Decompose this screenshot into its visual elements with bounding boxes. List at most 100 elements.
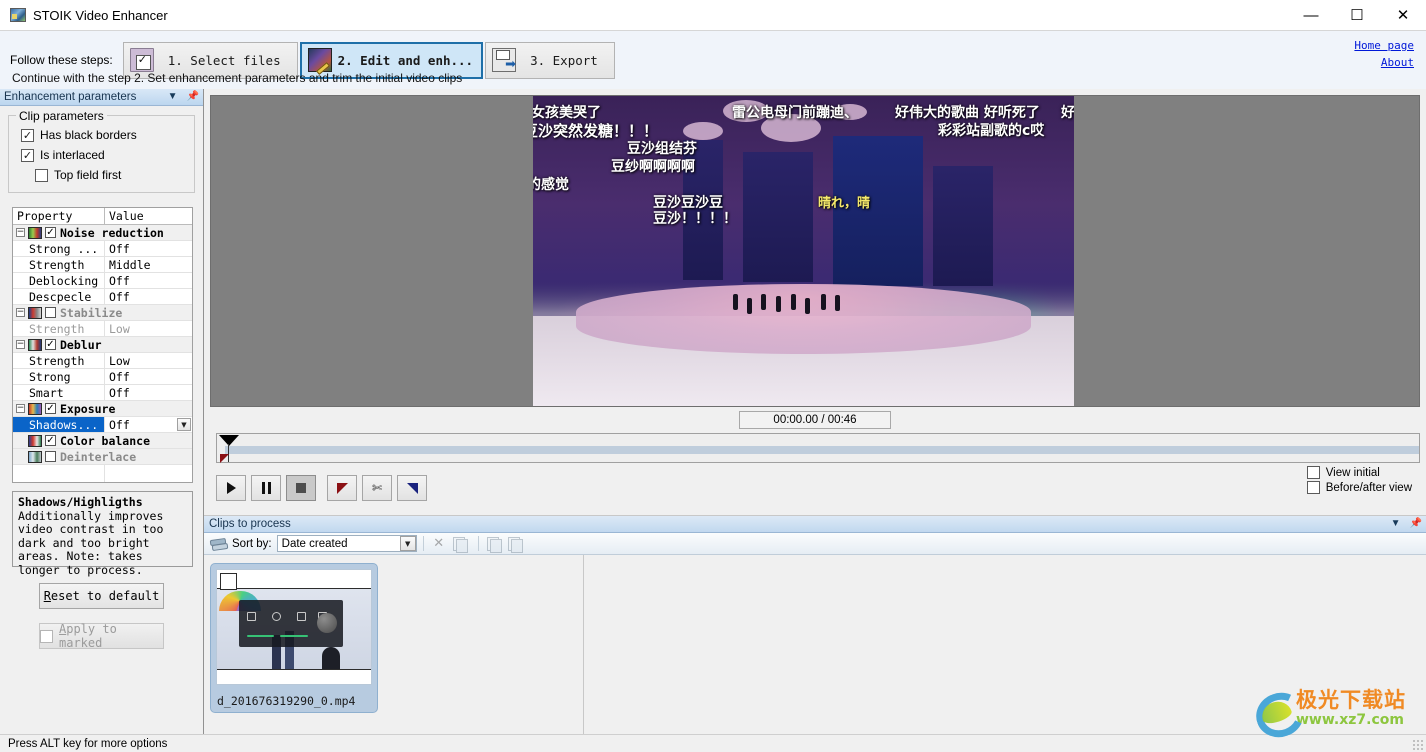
- checkbox-icon[interactable]: [21, 128, 34, 142]
- expander-icon[interactable]: −: [16, 404, 25, 413]
- in-point-marker[interactable]: [220, 454, 229, 463]
- property-value[interactable]: Middle: [105, 257, 192, 272]
- dancer-shape: [733, 294, 738, 310]
- property-name: Descpecle: [29, 289, 92, 304]
- step-label: 3. Export: [530, 52, 598, 68]
- property-row-deblocking[interactable]: Deblocking Off: [13, 273, 192, 289]
- checkbox-has-black-borders[interactable]: Has black borders: [21, 128, 186, 142]
- pause-button[interactable]: [251, 475, 281, 501]
- set-out-point-button[interactable]: [397, 475, 427, 501]
- clip-thumbnail-container: [216, 569, 372, 685]
- duplicate-clip-icon[interactable]: [451, 536, 469, 553]
- home-page-link[interactable]: Home page: [1354, 37, 1414, 54]
- expander-icon[interactable]: −: [16, 228, 25, 237]
- cut-button[interactable]: ✄: [362, 475, 392, 501]
- property-group-deinterlace[interactable]: Deinterlace: [13, 449, 192, 465]
- video-preview-area[interactable]: 女孩美哭了 豆沙突然发糖！！！ 的感觉 豆沙组结芬 豆纱啊啊啊啊 豆沙豆沙豆 豆…: [210, 95, 1420, 407]
- minimize-icon[interactable]: —: [1288, 0, 1334, 30]
- property-group-color-balance[interactable]: Color balance: [13, 433, 192, 449]
- property-row-shadows-highlights[interactable]: Shadows... Off ▼: [13, 417, 192, 433]
- close-icon[interactable]: ✕: [1380, 0, 1426, 30]
- timeline-trim-bar[interactable]: [216, 433, 1420, 463]
- property-row-strong-dots[interactable]: Strong ... Off: [13, 241, 192, 257]
- checkbox-icon[interactable]: [40, 629, 53, 643]
- resize-grip[interactable]: [1412, 739, 1424, 751]
- checkbox-icon[interactable]: [1306, 481, 1320, 494]
- mark-clip-icon[interactable]: [485, 536, 503, 553]
- property-name: Deinterlace: [60, 449, 137, 464]
- pin-icon[interactable]: 📌: [187, 90, 199, 104]
- property-value[interactable]: Off: [105, 369, 192, 384]
- checkbox-icon[interactable]: [45, 339, 56, 350]
- status-bar: Press ALT key for more options: [0, 734, 1426, 752]
- checkbox-before-after-view[interactable]: Before/after view: [1306, 481, 1412, 494]
- property-name: Strong ...: [29, 241, 99, 256]
- checkbox-icon[interactable]: [1306, 466, 1320, 479]
- checkbox-icon[interactable]: [35, 168, 48, 182]
- clip-card[interactable]: d_201676319290_0.mp4: [210, 563, 378, 713]
- property-grid[interactable]: Property Value − Noise reduction Strong …: [12, 207, 193, 483]
- expander-icon[interactable]: −: [16, 308, 25, 317]
- playhead-marker[interactable]: [219, 435, 239, 446]
- about-link[interactable]: About: [1354, 54, 1414, 71]
- panel-icon: [272, 612, 282, 622]
- reset-to-default-button[interactable]: Reset to default: [39, 583, 164, 609]
- property-grid-header: Property Value: [13, 208, 192, 225]
- property-group-stabilize[interactable]: − Stabilize: [13, 305, 192, 321]
- unmark-clip-icon[interactable]: [506, 536, 524, 553]
- dancer-shape: [821, 294, 826, 310]
- description-title: Shadows/Highligths: [18, 495, 143, 509]
- checkbox-icon[interactable]: [45, 435, 56, 446]
- video-frame[interactable]: 女孩美哭了 豆沙突然发糖！！！ 的感觉 豆沙组结芬 豆纱啊啊啊啊 豆沙豆沙豆 豆…: [533, 96, 1074, 406]
- property-value[interactable]: Off: [105, 289, 192, 304]
- apply-to-marked-button[interactable]: Apply to marked: [39, 622, 164, 650]
- expander-icon[interactable]: −: [16, 340, 25, 349]
- timeline-track[interactable]: [225, 446, 1419, 454]
- checkbox-icon[interactable]: [45, 227, 56, 238]
- property-group-exposure[interactable]: − Exposure: [13, 401, 192, 417]
- checkbox-icon[interactable]: [21, 148, 34, 162]
- clips-panel-header: Clips to process ▼ 📌: [204, 516, 1426, 533]
- chevron-down-icon[interactable]: ▼: [168, 90, 178, 104]
- maximize-icon[interactable]: ☐: [1334, 0, 1380, 30]
- checkbox-is-interlaced[interactable]: Is interlaced: [21, 148, 186, 162]
- stop-icon: [296, 483, 306, 493]
- property-row-strength-nr[interactable]: Strength Middle: [13, 257, 192, 273]
- checkbox-icon[interactable]: [45, 451, 56, 462]
- checkbox-icon[interactable]: [45, 307, 56, 318]
- property-row-strong[interactable]: Strong Off: [13, 369, 192, 385]
- clip-checkbox[interactable]: [220, 573, 237, 590]
- filmstrip-icon-6: [28, 450, 42, 463]
- dancer-shape: [791, 294, 796, 310]
- danmaku-text: 豆沙组结芬: [627, 141, 697, 157]
- property-value[interactable]: Off: [105, 241, 192, 256]
- dancer-shape: [805, 298, 810, 314]
- property-row-descpecle[interactable]: Descpecle Off: [13, 289, 192, 305]
- set-in-point-button[interactable]: [327, 475, 357, 501]
- right-side: 女孩美哭了 豆沙突然发糖！！！ 的感觉 豆沙组结芬 豆纱啊啊啊啊 豆沙豆沙豆 豆…: [204, 89, 1426, 734]
- checkbox-top-field-first[interactable]: Top field first: [35, 168, 186, 182]
- checkbox-icon[interactable]: [45, 403, 56, 414]
- checkbox-label: Top field first: [54, 168, 122, 182]
- sort-by-select[interactable]: Date created ▼: [276, 535, 417, 552]
- delete-clip-icon[interactable]: ✕: [430, 536, 448, 552]
- property-group-noise-reduction[interactable]: − Noise reduction: [13, 225, 192, 241]
- step-button-export[interactable]: 3. Export: [485, 41, 615, 79]
- property-value: Low: [109, 321, 130, 336]
- pin-icon[interactable]: 📌: [1410, 517, 1422, 531]
- chevron-down-icon[interactable]: ▼: [1391, 517, 1401, 531]
- property-value[interactable]: Off: [105, 385, 192, 400]
- property-group-deblur[interactable]: − Deblur: [13, 337, 192, 353]
- play-button[interactable]: [216, 475, 246, 501]
- clips-list[interactable]: d_201676319290_0.mp4: [204, 555, 584, 734]
- property-value[interactable]: Off: [105, 273, 192, 288]
- property-row-smart[interactable]: Smart Off: [13, 385, 192, 401]
- chevron-down-icon[interactable]: ▼: [399, 536, 416, 551]
- property-row-strength-deblur[interactable]: Strength Low: [13, 353, 192, 369]
- stop-button[interactable]: [286, 475, 316, 501]
- property-value[interactable]: Low: [105, 353, 192, 368]
- chevron-down-icon[interactable]: ▼: [177, 418, 191, 431]
- toolbar-separator: [422, 536, 424, 551]
- checkbox-view-initial[interactable]: View initial: [1306, 466, 1412, 479]
- pause-icon: [261, 482, 265, 494]
